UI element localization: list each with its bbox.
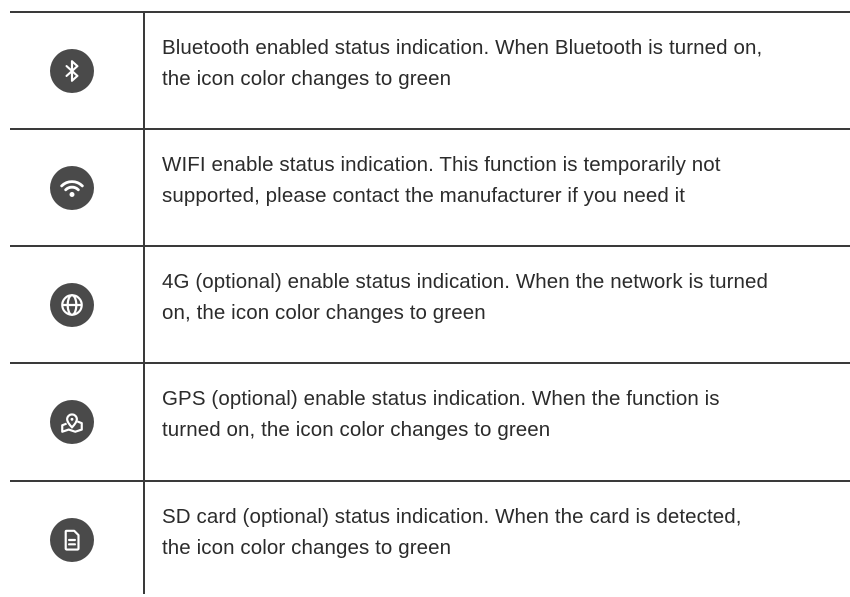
description-line: Bluetooth enabled status indication. Whe… xyxy=(162,36,763,59)
icon-cell xyxy=(50,49,94,93)
icon-cell xyxy=(50,518,94,562)
description-line: the icon color changes to green xyxy=(162,536,452,559)
description-line: on, the icon color changes to green xyxy=(162,301,486,324)
description-cell: Bluetooth enabled status indication. Whe… xyxy=(162,32,850,94)
description-cell: WIFI enable status indication. This func… xyxy=(162,149,850,211)
icon-cell xyxy=(50,283,94,327)
table-row: SD card (optional) status indication. Wh… xyxy=(0,480,850,597)
icon-cell xyxy=(50,166,94,210)
map-pin-icon xyxy=(50,400,94,444)
table-row: 4G (optional) enable status indication. … xyxy=(0,245,850,362)
wifi-icon xyxy=(50,166,94,210)
description-line: SD card (optional) status indication. Wh… xyxy=(162,505,742,528)
description-line: supported, please contact the manufactur… xyxy=(162,184,686,207)
description-cell: GPS (optional) enable status indication.… xyxy=(162,383,850,445)
status-icon-table: Bluetooth enabled status indication. Whe… xyxy=(0,11,850,594)
table-row: WIFI enable status indication. This func… xyxy=(0,128,850,245)
table-row: Bluetooth enabled status indication. Whe… xyxy=(0,11,850,128)
description-line: turned on, the icon color changes to gre… xyxy=(162,418,551,441)
description-cell: 4G (optional) enable status indication. … xyxy=(162,266,850,328)
description-cell: SD card (optional) status indication. Wh… xyxy=(162,501,850,563)
description-line: 4G (optional) enable status indication. … xyxy=(162,270,768,293)
table-row: GPS (optional) enable status indication.… xyxy=(0,362,850,479)
description-line: the icon color changes to green xyxy=(162,67,452,90)
sd-card-icon xyxy=(50,518,94,562)
bluetooth-icon xyxy=(50,49,94,93)
description-line: WIFI enable status indication. This func… xyxy=(162,153,721,176)
description-line: GPS (optional) enable status indication.… xyxy=(162,387,720,410)
icon-cell xyxy=(50,400,94,444)
globe-icon xyxy=(50,283,94,327)
